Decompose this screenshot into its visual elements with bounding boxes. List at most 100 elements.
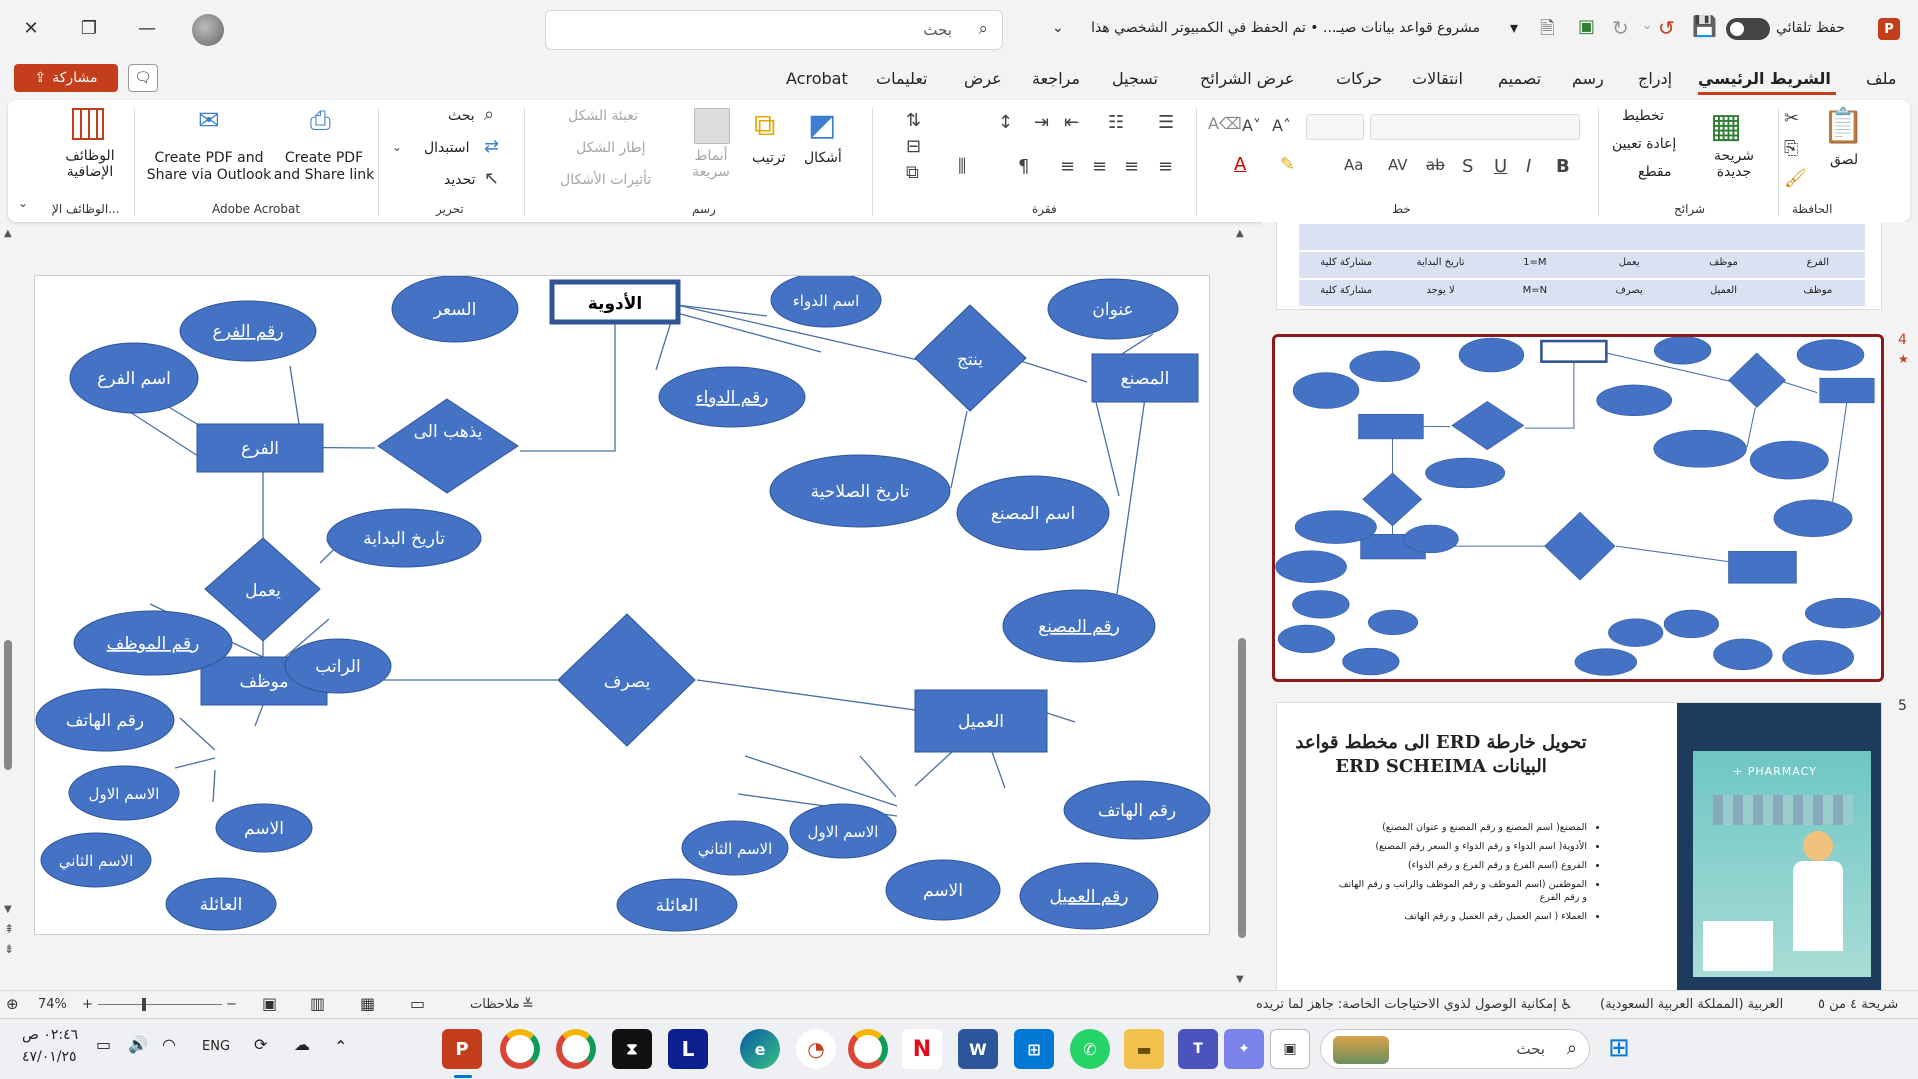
tab-slideshow[interactable]: عرض الشرائح: [1200, 69, 1294, 88]
windows-start-icon[interactable]: ⊞: [1608, 1033, 1630, 1063]
task-view-icon[interactable]: ▣: [1270, 1029, 1310, 1069]
create-pdf-share-link[interactable]: Create PDF and Share link: [270, 150, 378, 184]
tab-design[interactable]: تصميم: [1498, 69, 1541, 88]
bold-icon[interactable]: B: [1556, 156, 1570, 177]
highlight-icon[interactable]: ✎: [1280, 154, 1295, 175]
document-title[interactable]: مشروع قواعد بيانات صيـ... • تم الحفظ في …: [1068, 20, 1480, 36]
addins-icon[interactable]: [72, 108, 104, 140]
tab-help[interactable]: تعليمات: [876, 69, 927, 88]
redo-dropdown-icon[interactable]: ⌄: [1642, 18, 1652, 32]
paste-label[interactable]: لصق: [1830, 152, 1858, 168]
volume-icon[interactable]: 🔊: [128, 1035, 148, 1054]
fit-slide-icon[interactable]: ⊕: [6, 995, 19, 1013]
layout-button[interactable]: تخطيط: [1622, 108, 1664, 124]
reading-view-icon[interactable]: ▥: [310, 994, 325, 1013]
increase-font-icon[interactable]: A˄: [1272, 116, 1291, 135]
shape-effects-button[interactable]: تأثيرات الأشكال: [560, 172, 651, 188]
customize-toolbar-icon[interactable]: ▾: [1510, 18, 1518, 37]
language-indicator[interactable]: العربية (المملكة العربية السعودية): [1600, 997, 1783, 1012]
paragraph-direction-icon[interactable]: ¶: [1018, 156, 1029, 177]
rtl-icon[interactable]: ⇤: [1064, 112, 1079, 133]
wifi-icon[interactable]: ◠: [162, 1035, 176, 1054]
tab-home[interactable]: الشريط الرئيسي: [1698, 69, 1831, 88]
quick-styles-label[interactable]: أنماط سريعة: [678, 148, 744, 180]
battery-icon[interactable]: ▭: [96, 1035, 111, 1054]
scroll-down-icon[interactable]: ▼: [4, 904, 12, 915]
teams-icon[interactable]: T: [1178, 1029, 1218, 1069]
zoom-out-icon[interactable]: −: [226, 997, 237, 1012]
slide-counter[interactable]: شريحة ٤ من ٥: [1818, 997, 1898, 1012]
netflix-icon[interactable]: N: [902, 1029, 942, 1069]
ltr-icon[interactable]: ⇥: [1034, 112, 1049, 133]
copilot-icon[interactable]: ✦: [1224, 1029, 1264, 1069]
chrome-icon-2[interactable]: [556, 1029, 596, 1069]
select-button[interactable]: تحديد: [444, 172, 476, 188]
slideshow-view-icon[interactable]: ▣: [262, 994, 277, 1013]
paste-icon[interactable]: 📋: [1822, 106, 1864, 150]
shapes-label[interactable]: أشكال: [804, 150, 842, 166]
edge-icon[interactable]: e: [740, 1029, 780, 1069]
normal-view-icon[interactable]: ▭: [410, 994, 425, 1013]
format-painter-icon[interactable]: 🖌: [1784, 168, 1807, 189]
zoom-slider-thumb[interactable]: [142, 998, 146, 1011]
pdf-link-icon[interactable]: ⎙: [310, 106, 331, 137]
zoom-level[interactable]: 74%: [38, 997, 67, 1012]
arrange-icon[interactable]: ⧉: [754, 108, 775, 143]
change-case-icon[interactable]: Aa: [1344, 156, 1363, 174]
addins-label[interactable]: الوظائف الإضافية: [60, 148, 120, 180]
restore-icon[interactable]: ❐: [66, 8, 112, 48]
redo-icon[interactable]: ↻: [1612, 16, 1629, 40]
font-color-icon[interactable]: A: [1234, 154, 1246, 175]
char-spacing-icon[interactable]: AV: [1388, 156, 1408, 174]
shape-outline-button[interactable]: إطار الشكل: [576, 140, 646, 156]
tab-record[interactable]: تسجيل: [1112, 69, 1158, 88]
left-scrollbar-thumb[interactable]: [4, 640, 12, 770]
chrome-icon-3[interactable]: [848, 1029, 888, 1069]
profile-avatar[interactable]: [192, 14, 224, 46]
present-icon[interactable]: ▣: [1578, 16, 1595, 37]
chrome-icon-1[interactable]: [500, 1029, 540, 1069]
chevron-up-icon[interactable]: ⌃: [334, 1037, 347, 1056]
sync-icon[interactable]: ⟳: [254, 1035, 267, 1054]
tab-insert[interactable]: إدراج: [1638, 69, 1672, 88]
thumbnail-slide-5[interactable]: تحويل خارطة ERD الى مخطط قواعد البيانات …: [1276, 702, 1882, 990]
arrange-label[interactable]: ترتيب: [752, 150, 786, 166]
shadow-icon[interactable]: S: [1462, 156, 1473, 177]
copy-icon[interactable]: ⎘: [1784, 138, 1798, 159]
italic-icon[interactable]: I: [1526, 156, 1531, 177]
clock-date[interactable]: ٤٧/٠١/٢٥: [22, 1049, 77, 1065]
tab-acrobat[interactable]: Acrobat: [786, 69, 848, 88]
slide-scrollbar-thumb[interactable]: [1238, 638, 1246, 938]
shape-fill-button[interactable]: تعبئة الشكل: [568, 108, 638, 124]
tab-review[interactable]: مراجعة: [1032, 69, 1080, 88]
clock-time[interactable]: ٠٢:٤٦ ص: [22, 1027, 78, 1043]
slide-canvas[interactable]: الأدوية المصنع الفرع موظف العميل ينتج يذ…: [34, 272, 1211, 935]
whatsapp-icon[interactable]: ✆: [1070, 1029, 1110, 1069]
reset-button[interactable]: إعادة تعيين: [1612, 136, 1676, 152]
file-explorer-icon[interactable]: ▬: [1124, 1029, 1164, 1069]
tab-transitions[interactable]: انتقالات: [1412, 69, 1463, 88]
font-name-select[interactable]: [1370, 114, 1580, 140]
collapse-ribbon-icon[interactable]: ⌄: [18, 196, 28, 210]
shapes-icon[interactable]: ◩: [808, 108, 836, 143]
thumbnail-slide-3[interactable]: الفرع موظف يعمل 1=M تاريخ البداية مشاركة كلية…: [1276, 222, 1882, 310]
columns-icon[interactable]: ⫼: [958, 156, 966, 177]
zoom-in-icon[interactable]: +: [82, 997, 93, 1012]
quick-styles-icon[interactable]: [694, 108, 730, 144]
zoom-slider[interactable]: [98, 998, 222, 1011]
new-slide-icon[interactable]: ▦: [1710, 106, 1742, 146]
slide-sorter-icon[interactable]: ▦: [360, 994, 375, 1013]
bullets-icon[interactable]: ☰: [1158, 112, 1174, 133]
underline-icon[interactable]: U: [1494, 156, 1507, 177]
text-direction-icon[interactable]: ⇅: [906, 110, 921, 131]
clear-format-icon[interactable]: A⌫: [1208, 114, 1242, 133]
close-icon[interactable]: ✕: [8, 8, 54, 48]
chevron-down-icon[interactable]: ⌄: [1052, 20, 1064, 36]
section-button[interactable]: مقطع: [1638, 164, 1672, 180]
word-icon[interactable]: W: [958, 1029, 998, 1069]
find-button[interactable]: بحث: [448, 108, 475, 124]
smartart-icon[interactable]: ⧉: [906, 162, 919, 183]
undo-icon[interactable]: ↺: [1658, 16, 1675, 40]
slide-scrollbar[interactable]: ▲ ▼: [1236, 228, 1250, 990]
numbering-icon[interactable]: ☷: [1108, 112, 1124, 133]
